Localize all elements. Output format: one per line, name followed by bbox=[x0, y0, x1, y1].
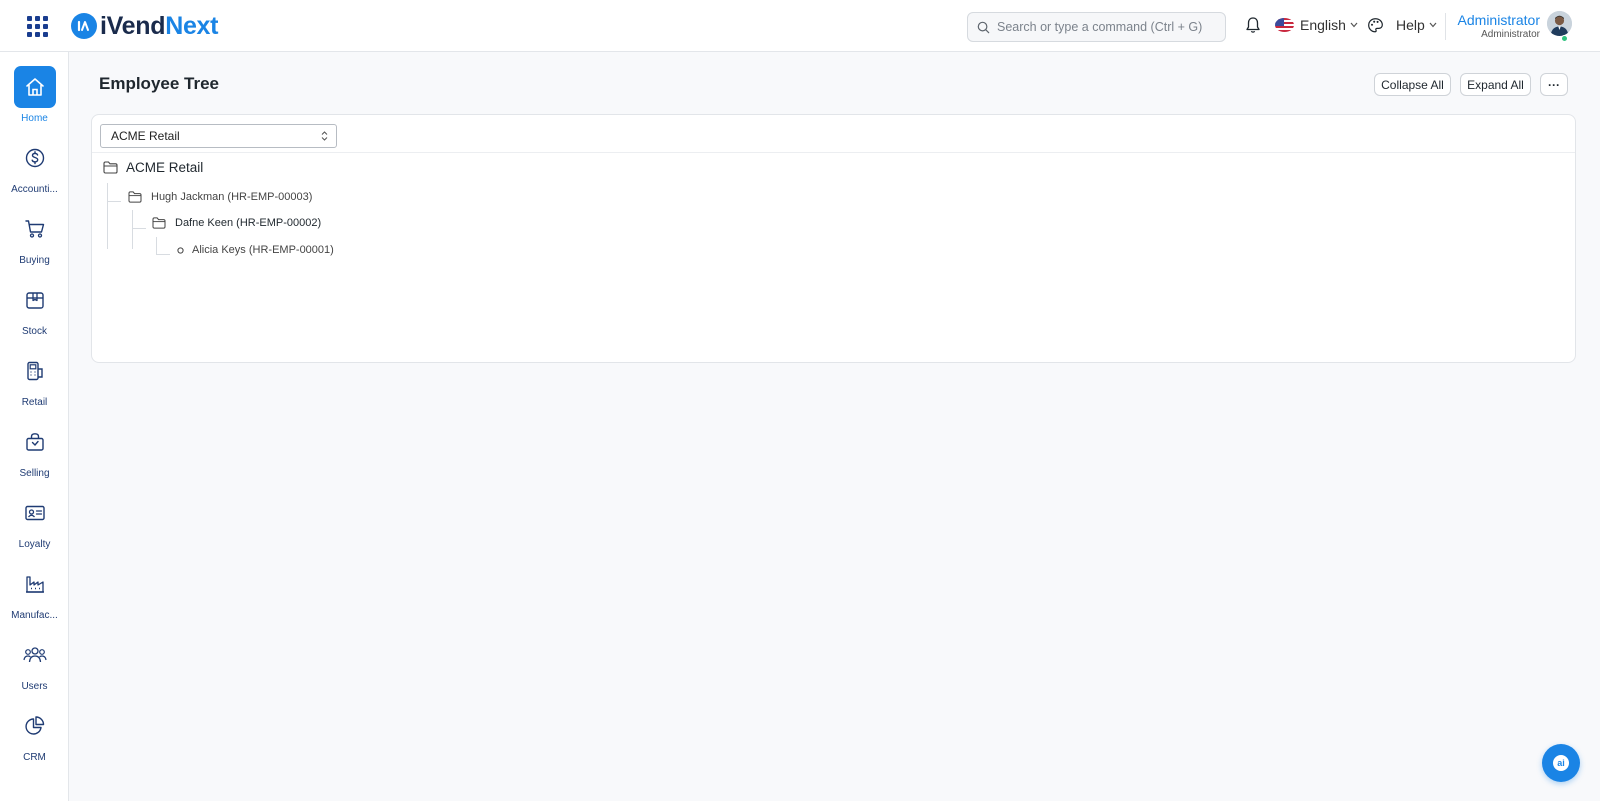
tree-connector bbox=[107, 201, 121, 202]
tree-node-employee[interactable]: Dafne Keen (HR-EMP-00002) bbox=[152, 217, 321, 229]
more-options-button[interactable]: ··· bbox=[1540, 73, 1568, 96]
tree-node-employee[interactable]: Hugh Jackman (HR-EMP-00003) bbox=[128, 191, 312, 203]
ai-assistant-button[interactable]: ai bbox=[1542, 744, 1580, 782]
folder-icon bbox=[103, 161, 118, 174]
collapse-all-button[interactable]: Collapse All bbox=[1374, 73, 1451, 96]
users-icon bbox=[14, 634, 56, 676]
language-label: English bbox=[1300, 17, 1346, 33]
sidebar-item-buying[interactable]: Buying bbox=[0, 208, 69, 266]
header-divider bbox=[1445, 13, 1446, 40]
tree-connector bbox=[156, 254, 170, 255]
page-title: Employee Tree bbox=[99, 74, 220, 93]
chevron-down-icon bbox=[1350, 22, 1358, 28]
palette-icon[interactable] bbox=[1367, 17, 1384, 39]
sidebar-item-accounting[interactable]: Accounti... bbox=[0, 137, 69, 195]
tree-connector bbox=[132, 228, 146, 229]
tree-node-label: ACME Retail bbox=[126, 160, 204, 175]
logo-text-secondary: Next bbox=[165, 12, 219, 40]
language-selector[interactable]: English bbox=[1275, 17, 1358, 33]
sidebar: Home Accounti... Buying Stock Retail Sel… bbox=[0, 52, 69, 801]
chevron-down-icon bbox=[1429, 22, 1437, 28]
notification-bell-icon[interactable] bbox=[1245, 16, 1261, 39]
logo-mark-icon bbox=[71, 13, 97, 39]
sidebar-item-stock[interactable]: Stock bbox=[0, 279, 69, 337]
dollar-circle-icon bbox=[14, 137, 56, 179]
us-flag-icon bbox=[1275, 18, 1294, 32]
sidebar-item-label: Home bbox=[21, 113, 48, 124]
online-status-indicator bbox=[1561, 35, 1568, 42]
box-icon bbox=[14, 279, 56, 321]
sidebar-item-label: Selling bbox=[19, 468, 50, 479]
factory-icon bbox=[14, 563, 56, 605]
sidebar-item-label: Retail bbox=[21, 397, 48, 408]
tree-node-label: Hugh Jackman (HR-EMP-00003) bbox=[151, 191, 313, 203]
pos-terminal-icon bbox=[14, 350, 56, 392]
top-bar: iVendNext English Help Administ bbox=[0, 0, 1600, 52]
tree-connector bbox=[132, 210, 133, 249]
sidebar-item-home[interactable]: Home bbox=[0, 66, 69, 124]
ai-icon: ai bbox=[1553, 755, 1569, 771]
sidebar-item-manufacturing[interactable]: Manufac... bbox=[0, 563, 69, 621]
pie-chart-icon bbox=[14, 705, 56, 747]
sidebar-item-crm[interactable]: CRM bbox=[0, 705, 69, 763]
tree-node-label: Alicia Keys (HR-EMP-00001) bbox=[192, 244, 334, 256]
folder-icon bbox=[128, 191, 142, 203]
app-logo[interactable]: iVendNext bbox=[71, 12, 218, 40]
sidebar-item-label: Stock bbox=[21, 326, 47, 337]
sidebar-item-retail[interactable]: Retail bbox=[0, 350, 69, 408]
tree-connector bbox=[107, 183, 108, 249]
company-select[interactable]: ACME Retail bbox=[100, 124, 337, 148]
app-grid-icon[interactable] bbox=[27, 16, 48, 37]
user-menu[interactable]: Administrator Administrator bbox=[1458, 12, 1540, 41]
tree-filter-bar: ACME Retail bbox=[92, 115, 1575, 153]
sidebar-item-label: Buying bbox=[19, 255, 50, 266]
search-box[interactable] bbox=[967, 12, 1226, 42]
avatar[interactable] bbox=[1547, 11, 1572, 36]
sidebar-item-label: Manufac... bbox=[11, 610, 58, 621]
tree-connector bbox=[156, 237, 157, 255]
expand-all-button[interactable]: Expand All bbox=[1460, 73, 1531, 96]
sidebar-item-users[interactable]: Users bbox=[0, 634, 69, 692]
sidebar-item-label: CRM bbox=[23, 752, 46, 763]
sidebar-item-loyalty[interactable]: Loyalty bbox=[0, 492, 69, 550]
sidebar-item-label: Users bbox=[21, 681, 48, 692]
folder-icon bbox=[152, 217, 166, 229]
tree-node-label: Dafne Keen (HR-EMP-00002) bbox=[175, 217, 322, 229]
tree-card: ACME Retail ACME Retail Hugh Jackman (HR… bbox=[91, 114, 1576, 363]
home-icon bbox=[13, 66, 56, 108]
id-card-icon bbox=[14, 492, 56, 534]
sidebar-item-label: Loyalty bbox=[18, 539, 51, 550]
search-input[interactable] bbox=[997, 20, 1217, 34]
help-label: Help bbox=[1396, 17, 1425, 33]
sidebar-item-label: Accounti... bbox=[11, 184, 58, 195]
tree-node-root[interactable]: ACME Retail bbox=[103, 160, 203, 175]
shopping-bag-icon bbox=[14, 421, 56, 463]
logo-text-primary: iVend bbox=[100, 12, 166, 40]
user-name: Administrator bbox=[1457, 12, 1540, 28]
help-menu[interactable]: Help bbox=[1396, 17, 1437, 33]
company-select-value: ACME Retail bbox=[111, 129, 180, 143]
leaf-node-icon bbox=[177, 246, 184, 254]
cart-icon bbox=[14, 208, 56, 250]
tree-node-leaf[interactable]: Alicia Keys (HR-EMP-00001) bbox=[177, 244, 334, 256]
select-arrows-icon bbox=[321, 131, 328, 141]
user-role: Administrator bbox=[1481, 29, 1540, 40]
search-icon bbox=[977, 21, 990, 33]
sidebar-item-selling[interactable]: Selling bbox=[0, 421, 69, 479]
